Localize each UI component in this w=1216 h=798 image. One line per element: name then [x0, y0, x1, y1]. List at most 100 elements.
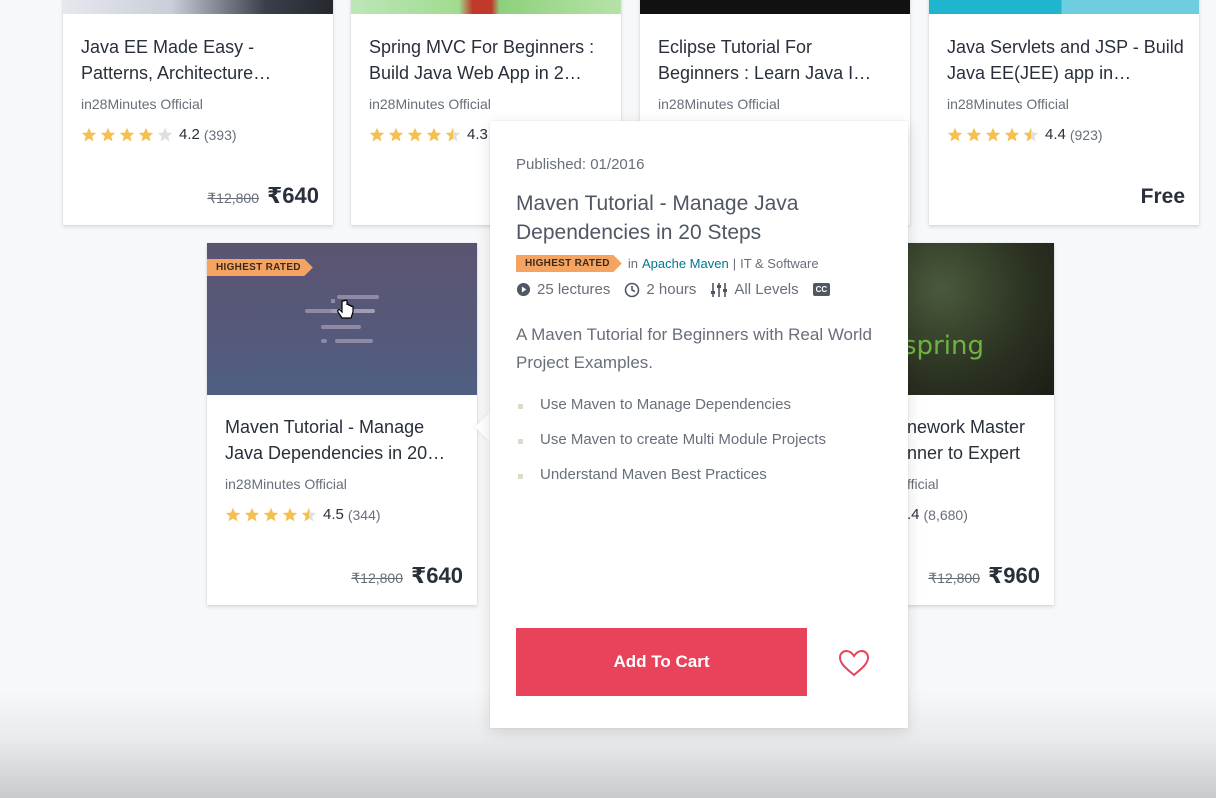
- star-full-icon: [407, 127, 423, 141]
- course-author: in28Minutes Official: [947, 96, 1069, 112]
- course-card-servlets-jsp[interactable]: Java Servlets and JSP - Build Java EE(JE…: [929, 0, 1199, 225]
- star-full-icon: [282, 507, 298, 521]
- course-card-java-ee[interactable]: Java EE Made Easy - Patterns, Architectu…: [63, 0, 333, 225]
- rating-count: (393): [203, 126, 237, 143]
- rating-value: 4.3: [467, 126, 488, 143]
- rating-stars: [81, 127, 173, 143]
- lectures-count: 25 lectures: [537, 281, 611, 298]
- original-price: ₹12,800: [928, 570, 980, 586]
- course-rating: .4 (8,680): [907, 506, 1040, 523]
- category-link[interactable]: Apache Maven: [642, 256, 729, 271]
- star-half-icon: [445, 127, 461, 141]
- play-circle-icon: [516, 282, 531, 297]
- star-full-icon: [947, 127, 963, 141]
- star-full-icon: [225, 507, 241, 521]
- star-full-icon: [138, 127, 154, 141]
- duration-stat: 2 hours: [624, 281, 696, 298]
- star-full-icon: [119, 127, 135, 141]
- add-to-cart-button[interactable]: Add To Cart: [516, 628, 807, 696]
- bullet-icon: [518, 439, 523, 444]
- star-empty-icon: [157, 127, 173, 141]
- course-thumbnail: [640, 0, 910, 14]
- rating-count: (344): [347, 506, 381, 523]
- rating-value: 4.2: [179, 126, 200, 143]
- level-stat: All Levels: [710, 281, 799, 298]
- star-full-icon: [426, 127, 442, 141]
- lectures-stat: 25 lectures: [516, 281, 610, 298]
- sale-price: ₹640: [266, 183, 319, 208]
- duration-value: 2 hours: [646, 281, 697, 298]
- in-label: in: [627, 256, 638, 271]
- meta-separator: |: [732, 256, 737, 271]
- course-title: Spring MVC For Beginners : Build Java We…: [369, 37, 595, 83]
- star-full-icon: [985, 127, 1001, 141]
- course-thumbnail: [351, 0, 621, 14]
- rating-stars: [225, 507, 317, 523]
- price-row: Free: [1141, 185, 1185, 209]
- bullet-icon: [518, 474, 523, 479]
- star-half-icon: [1023, 127, 1039, 141]
- sale-price: ₹640: [410, 563, 463, 588]
- rating-count: (923): [1069, 126, 1103, 143]
- published-date: Published: 01/2016: [516, 156, 645, 173]
- wishlist-button[interactable]: [834, 647, 874, 679]
- hand-cursor-icon: [337, 299, 354, 319]
- price-row: ₹12,800 ₹640: [207, 183, 319, 209]
- closed-captions-icon: CC: [812, 283, 831, 296]
- popover-description: A Maven Tutorial for Beginners with Real…: [516, 325, 872, 372]
- spring-logo-text: spring: [903, 331, 984, 361]
- clock-icon: [625, 282, 640, 297]
- course-title: Java EE Made Easy - Patterns, Architectu…: [81, 37, 272, 83]
- course-title: Java Servlets and JSP - Build Java EE(JE…: [947, 37, 1184, 83]
- course-rating: 4.2 (393): [81, 126, 319, 143]
- sale-price: ₹960: [987, 563, 1040, 588]
- objective-item: Use Maven to create Multi Module Project…: [516, 431, 878, 466]
- course-rating: 4.4 (923): [947, 126, 1185, 143]
- objectives-list: Use Maven to Manage Dependencies Use Mav…: [516, 396, 878, 501]
- original-price: ₹12,800: [351, 570, 403, 586]
- popover-stats: 25 lectures 2 hours All Levels CC: [516, 281, 831, 298]
- course-author: in28Minutes Official: [81, 96, 203, 112]
- star-half-icon: [301, 507, 317, 521]
- level-value: All Levels: [734, 281, 799, 298]
- popover-title: Maven Tutorial - Manage Java Dependencie…: [516, 192, 799, 244]
- popover-meta: HIGHEST RATED in Apache Maven | IT & Sof…: [516, 255, 888, 272]
- rating-value: 4.4: [1045, 126, 1066, 143]
- rating-value: .4: [907, 506, 920, 523]
- course-title: Maven Tutorial - Manage Java Dependencie…: [225, 417, 446, 463]
- star-full-icon: [966, 127, 982, 141]
- subcategory-link[interactable]: IT & Software: [740, 256, 819, 271]
- objective-text: Use Maven to create Multi Module Project…: [540, 431, 826, 448]
- rating-count: (8,680): [923, 506, 968, 523]
- original-price: ₹12,800: [207, 190, 259, 206]
- price-row: ₹12,800 ₹960: [928, 563, 1040, 589]
- star-full-icon: [100, 127, 116, 141]
- highest-rated-badge: HIGHEST RATED: [516, 255, 622, 272]
- star-full-icon: [388, 127, 404, 141]
- objective-text: Use Maven to Manage Dependencies: [540, 396, 791, 413]
- highest-rated-badge: HIGHEST RATED: [207, 259, 313, 276]
- course-thumbnail: [63, 0, 333, 14]
- bullet-icon: [518, 404, 523, 409]
- course-title: Eclipse Tutorial For Beginners : Learn J…: [658, 37, 872, 83]
- sliders-icon: [711, 282, 728, 297]
- heart-icon: [838, 649, 870, 677]
- course-author: in28Minutes Official: [369, 96, 491, 112]
- course-card-maven[interactable]: HIGHEST RATED Maven Tutorial - Manage Ja…: [207, 243, 477, 605]
- rating-stars: [369, 127, 461, 143]
- rating-stars: [947, 127, 1039, 143]
- sale-price: Free: [1140, 185, 1185, 208]
- objective-text: Understand Maven Best Practices: [540, 466, 767, 483]
- course-author: fficial: [907, 476, 939, 492]
- course-author: in28Minutes Official: [658, 96, 780, 112]
- star-full-icon: [369, 127, 385, 141]
- objective-item: Understand Maven Best Practices: [516, 466, 878, 501]
- rating-value: 4.5: [323, 506, 344, 523]
- course-title-line-2: nner to Expert: [907, 443, 1021, 463]
- star-full-icon: [263, 507, 279, 521]
- objective-item: Use Maven to Manage Dependencies: [516, 396, 878, 431]
- course-author: in28Minutes Official: [225, 476, 347, 492]
- star-full-icon: [1004, 127, 1020, 141]
- star-full-icon: [81, 127, 97, 141]
- course-thumbnail: [929, 0, 1199, 14]
